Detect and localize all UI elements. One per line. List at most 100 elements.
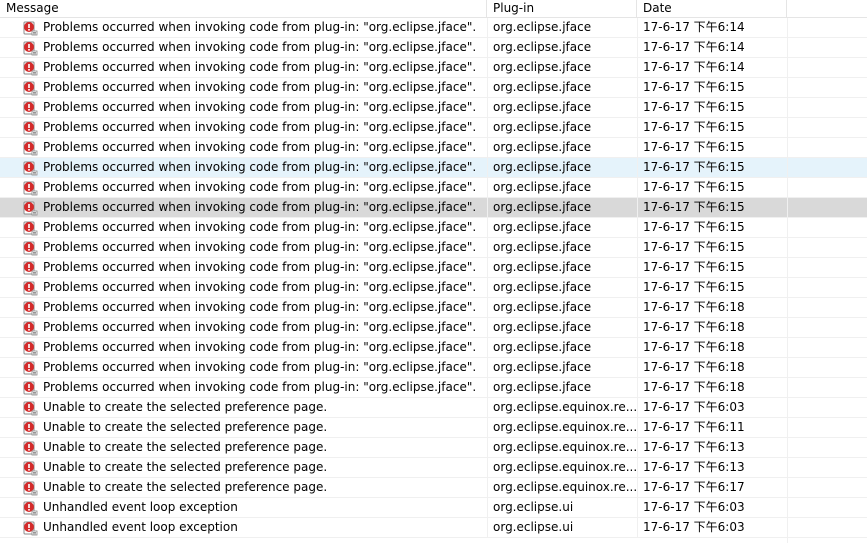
row-plugin: org.eclipse.equinox.re...: [487, 478, 637, 497]
row-message: Problems occurred when invoking code fro…: [43, 200, 477, 214]
row-date: 17-6-17 下午6:15: [637, 98, 787, 117]
column-header-plugin[interactable]: Plug-in: [487, 0, 637, 17]
row-plugin: org.eclipse.jface: [487, 178, 637, 197]
row-plugin: org.eclipse.jface: [487, 198, 637, 217]
row-plugin: org.eclipse.equinox.re...: [487, 418, 637, 437]
row-date: 17-6-17 下午6:18: [637, 358, 787, 377]
table-header: Message Plug-in Date: [0, 0, 867, 18]
row-plugin: org.eclipse.equinox.re...: [487, 458, 637, 477]
row-plugin: org.eclipse.equinox.re...: [487, 438, 637, 457]
table-row[interactable]: Unable to create the selected preference…: [0, 438, 867, 458]
row-date: 17-6-17 下午6:18: [637, 298, 787, 317]
row-message: Problems occurred when invoking code fro…: [43, 40, 477, 54]
row-date: 17-6-17 下午6:13: [637, 438, 787, 457]
row-date: 17-6-17 下午6:18: [637, 378, 787, 397]
table-row[interactable]: Problems occurred when invoking code fro…: [0, 298, 867, 318]
row-message: Problems occurred when invoking code fro…: [43, 240, 477, 254]
table-row[interactable]: Unable to create the selected preference…: [0, 478, 867, 498]
column-header-message[interactable]: Message: [0, 0, 487, 17]
row-date: 17-6-17 下午6:18: [637, 318, 787, 337]
table-row[interactable]: Problems occurred when invoking code fro…: [0, 98, 867, 118]
column-header-date[interactable]: Date: [637, 0, 787, 17]
table-row[interactable]: Problems occurred when invoking code fro…: [0, 58, 867, 78]
row-plugin: org.eclipse.jface: [487, 258, 637, 277]
row-message: Problems occurred when invoking code fro…: [43, 100, 477, 114]
row-message: Problems occurred when invoking code fro…: [43, 120, 477, 134]
row-message: Problems occurred when invoking code fro…: [43, 180, 477, 194]
row-message: Problems occurred when invoking code fro…: [43, 20, 477, 34]
row-date: 17-6-17 下午6:15: [637, 258, 787, 277]
row-plugin: org.eclipse.jface: [487, 278, 637, 297]
row-plugin: org.eclipse.jface: [487, 358, 637, 377]
table-row[interactable]: Problems occurred when invoking code fro…: [0, 78, 867, 98]
row-message: Problems occurred when invoking code fro…: [43, 260, 477, 274]
row-message: Unhandled event loop exception: [43, 520, 238, 534]
row-message: Problems occurred when invoking code fro…: [43, 140, 477, 154]
row-plugin: org.eclipse.jface: [487, 38, 637, 57]
row-message: Unable to create the selected preference…: [43, 420, 328, 434]
row-message: Unable to create the selected preference…: [43, 400, 328, 414]
table-row[interactable]: Problems occurred when invoking code fro…: [0, 278, 867, 298]
row-message: Problems occurred when invoking code fro…: [43, 320, 477, 334]
table-row[interactable]: Problems occurred when invoking code fro…: [0, 18, 867, 38]
table-row[interactable]: Problems occurred when invoking code fro…: [0, 318, 867, 338]
column-divider: [787, 18, 788, 543]
table-row[interactable]: Problems occurred when invoking code fro…: [0, 178, 867, 198]
row-message: Problems occurred when invoking code fro…: [43, 300, 477, 314]
row-date: 17-6-17 下午6:15: [637, 278, 787, 297]
table-row[interactable]: Unable to create the selected preference…: [0, 458, 867, 478]
table-row[interactable]: Problems occurred when invoking code fro…: [0, 158, 867, 178]
row-message: Problems occurred when invoking code fro…: [43, 340, 477, 354]
row-date: 17-6-17 下午6:15: [637, 138, 787, 157]
row-plugin: org.eclipse.jface: [487, 58, 637, 77]
row-date: 17-6-17 下午6:17: [637, 478, 787, 497]
error-log-table: Message Plug-in Date Problems occurred w…: [0, 0, 867, 543]
row-plugin: org.eclipse.jface: [487, 98, 637, 117]
row-message: Problems occurred when invoking code fro…: [43, 380, 477, 394]
row-message: Unable to create the selected preference…: [43, 460, 328, 474]
table-row[interactable]: Problems occurred when invoking code fro…: [0, 238, 867, 258]
table-row[interactable]: Problems occurred when invoking code fro…: [0, 118, 867, 138]
row-message: Problems occurred when invoking code fro…: [43, 220, 477, 234]
row-message: Unable to create the selected preference…: [43, 480, 328, 494]
row-date: 17-6-17 下午6:18: [637, 338, 787, 357]
table-row[interactable]: Problems occurred when invoking code fro…: [0, 138, 867, 158]
row-plugin: org.eclipse.jface: [487, 18, 637, 37]
table-row[interactable]: Unable to create the selected preference…: [0, 418, 867, 438]
row-date: 17-6-17 下午6:15: [637, 178, 787, 197]
row-plugin: org.eclipse.jface: [487, 138, 637, 157]
table-row[interactable]: Unhandled event loop exception org.eclip…: [0, 518, 867, 538]
table-row[interactable]: Unable to create the selected preference…: [0, 398, 867, 418]
row-date: 17-6-17 下午6:15: [637, 158, 787, 177]
row-plugin: org.eclipse.jface: [487, 218, 637, 237]
table-row[interactable]: Problems occurred when invoking code fro…: [0, 198, 867, 218]
row-date: 17-6-17 下午6:03: [637, 498, 787, 517]
table-row[interactable]: Problems occurred when invoking code fro…: [0, 378, 867, 398]
table-row[interactable]: Problems occurred when invoking code fro…: [0, 358, 867, 378]
table-row[interactable]: Problems occurred when invoking code fro…: [0, 258, 867, 278]
row-plugin: org.eclipse.equinox.re...: [487, 398, 637, 417]
row-date: 17-6-17 下午6:03: [637, 518, 787, 537]
row-plugin: org.eclipse.jface: [487, 338, 637, 357]
row-date: 17-6-17 下午6:14: [637, 38, 787, 57]
row-plugin: org.eclipse.jface: [487, 318, 637, 337]
table-row[interactable]: Unhandled event loop exception org.eclip…: [0, 498, 867, 518]
row-plugin: org.eclipse.jface: [487, 78, 637, 97]
row-message: Unable to create the selected preference…: [43, 440, 328, 454]
row-date: 17-6-17 下午6:14: [637, 18, 787, 37]
row-plugin: org.eclipse.jface: [487, 118, 637, 137]
row-plugin: org.eclipse.jface: [487, 238, 637, 257]
row-date: 17-6-17 下午6:11: [637, 418, 787, 437]
row-date: 17-6-17 下午6:15: [637, 118, 787, 137]
row-date: 17-6-17 下午6:15: [637, 238, 787, 257]
table-row[interactable]: Problems occurred when invoking code fro…: [0, 38, 867, 58]
table-row[interactable]: Problems occurred when invoking code fro…: [0, 218, 867, 238]
row-message: Problems occurred when invoking code fro…: [43, 60, 477, 74]
row-date: 17-6-17 下午6:13: [637, 458, 787, 477]
table-row[interactable]: Problems occurred when invoking code fro…: [0, 338, 867, 358]
row-date: 17-6-17 下午6:15: [637, 218, 787, 237]
row-plugin: org.eclipse.ui: [487, 498, 637, 517]
row-message: Problems occurred when invoking code fro…: [43, 80, 477, 94]
row-message: Problems occurred when invoking code fro…: [43, 360, 477, 374]
row-plugin: org.eclipse.jface: [487, 298, 637, 317]
